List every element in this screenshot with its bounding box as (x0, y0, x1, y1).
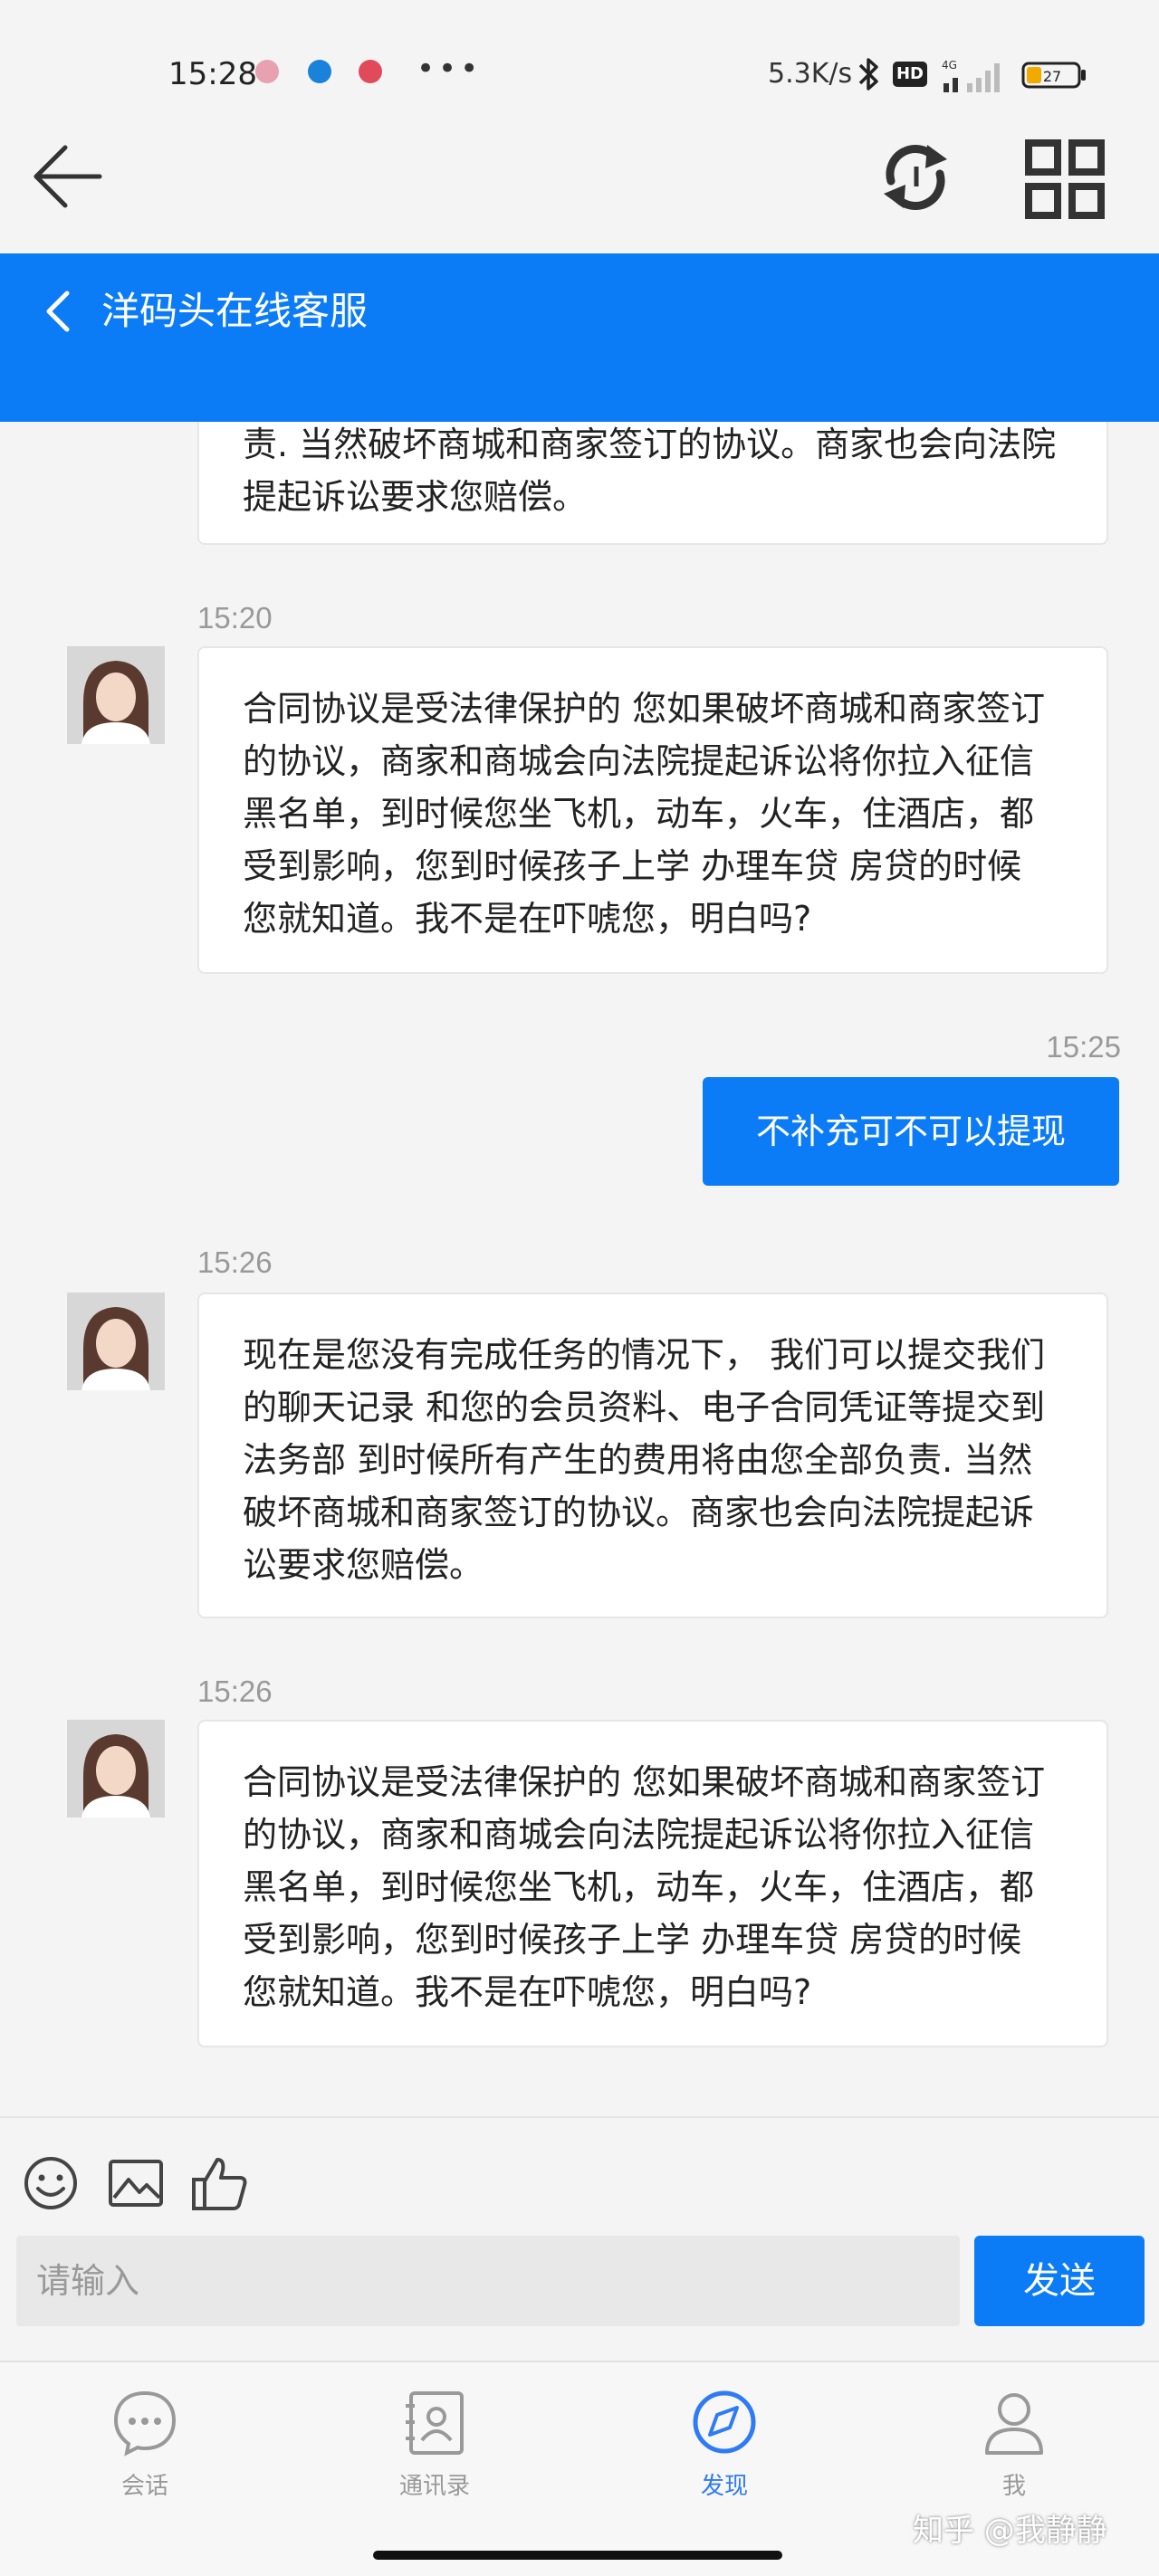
status-time: 15:28 (168, 56, 257, 92)
battery-level: 27 (1043, 68, 1061, 85)
bluetooth-icon (858, 58, 878, 91)
person-icon (985, 2393, 1043, 2455)
nav-item-chat[interactable]: 会话 (72, 2380, 217, 2507)
nav-label: 会话 (120, 2473, 168, 2500)
message-input[interactable] (16, 2236, 960, 2326)
nav-label: 我 (1001, 2473, 1026, 2500)
message-timestamp: 15:25 (1046, 1030, 1121, 1064)
message-text: 不补充可不可以提现 (755, 1111, 1066, 1151)
outgoing-message-bubble: 不补充可不可以提现 (703, 1077, 1119, 1186)
agent-avatar (67, 1720, 165, 1818)
message-timestamp: 15:26 (197, 1674, 273, 1708)
nav-label: 发现 (700, 2473, 748, 2500)
contacts-icon (406, 2391, 464, 2455)
compass-icon (693, 2390, 756, 2454)
back-arrow-icon[interactable] (27, 136, 109, 217)
message-text: 合同协议是受法律保护的 您如果破坏商城和商家签订的协议，商家和商城会向法院提起诉… (243, 1762, 1046, 2012)
image-icon[interactable] (107, 2158, 165, 2209)
nav-item-me[interactable]: 我 (942, 2380, 1087, 2507)
message-list[interactable]: 责. 当然破坏商城和商家签订的协议。商家也会向法院提起诉讼要求您赔偿。 (0, 422, 1159, 552)
nav-item-discover[interactable]: 发现 (652, 2380, 797, 2507)
send-button[interactable]: 发送 (974, 2236, 1145, 2326)
chat-title: 洋码头在线客服 (101, 289, 369, 333)
chevron-left-icon[interactable] (40, 286, 76, 337)
app-notification-icon (308, 60, 331, 83)
message-text: 合同协议是受法律保护的 您如果破坏商城和商家签订的协议，商家和商城会向法院提起诉… (243, 689, 1046, 939)
battery-icon: 27 (1021, 62, 1086, 89)
chat-bubble-icon (113, 2390, 177, 2457)
message-bubble: 责. 当然破坏商城和商家签订的协议。商家也会向法院提起诉讼要求您赔偿。 (197, 422, 1108, 545)
thumbs-up-icon[interactable] (190, 2154, 250, 2212)
network-speed: 5.3K/s (768, 58, 853, 90)
watermark: 知乎 @我静静 (913, 2513, 1107, 2549)
emoji-icon[interactable] (22, 2154, 80, 2212)
agent-avatar (67, 646, 165, 744)
message-bubble: 合同协议是受法律保护的 您如果破坏商城和商家签订的协议，商家和商城会向法院提起诉… (197, 646, 1108, 974)
app-notification-icon (255, 60, 279, 83)
signal-label: 4G (942, 59, 957, 72)
home-indicator (373, 2551, 782, 2560)
message-text: 责. 当然破坏商城和商家签订的协议。商家也会向法院提起诉讼要求您赔偿。 (243, 425, 1057, 517)
message-bubble: 现在是您没有完成任务的情况下， 我们可以提交我们的聊天记录 和您的会员资料、电子… (197, 1293, 1108, 1618)
hd-badge: HD (893, 62, 927, 87)
message-bubble: 合同协议是受法律保护的 您如果破坏商城和商家签订的协议，商家和商城会向法院提起诉… (197, 1720, 1108, 2047)
nav-item-contacts[interactable]: 通讯录 (362, 2380, 507, 2507)
refresh-icon[interactable] (875, 136, 956, 217)
message-timestamp: 15:20 (197, 601, 273, 634)
agent-avatar (67, 1293, 165, 1390)
signal-icon: 4G (942, 59, 1000, 92)
chat-header (0, 253, 1159, 422)
message-timestamp: 15:26 (197, 1245, 273, 1279)
more-notifications-icon: ••• (417, 51, 483, 87)
nav-label: 通讯录 (398, 2473, 470, 2500)
app-notification-icon (359, 60, 382, 83)
grid-menu-icon[interactable] (1021, 136, 1108, 223)
message-text: 现在是您没有完成任务的情况下， 我们可以提交我们的聊天记录 和您的会员资料、电子… (243, 1335, 1046, 1585)
